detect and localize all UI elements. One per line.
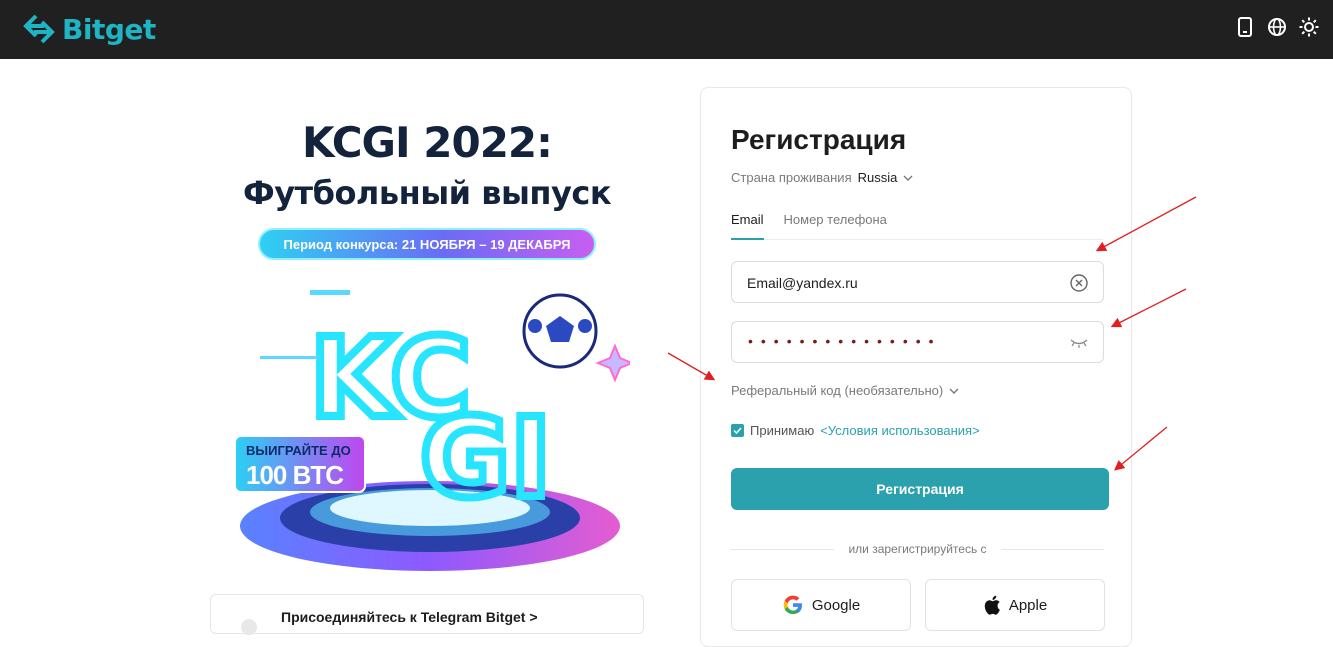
promo-period-pill: Период конкурса: 21 НОЯБРЯ – 19 ДЕКАБРЯ	[258, 228, 596, 260]
signup-method-tabs: Email Номер телефона	[731, 212, 1103, 240]
globe-icon[interactable]	[1267, 17, 1287, 37]
apple-label: Apple	[1008, 596, 1048, 614]
referral-code-toggle[interactable]: Реферальный код (необязательно)	[731, 383, 959, 398]
telegram-icon	[241, 619, 257, 635]
checkmark-icon	[733, 427, 742, 434]
divider-line	[731, 548, 835, 550]
tab-phone[interactable]: Номер телефона	[784, 212, 887, 240]
bitget-logo-icon	[23, 14, 55, 44]
country-dropdown[interactable]: Russia	[858, 170, 914, 185]
apple-signup-button[interactable]: Apple	[925, 579, 1105, 631]
terms-agreement: Принимаю <Условия использования>	[731, 423, 980, 438]
mobile-icon[interactable]	[1235, 17, 1255, 37]
bitget-logo[interactable]: Bitget	[22, 12, 156, 46]
chevron-down-icon	[949, 388, 959, 394]
google-icon	[783, 595, 802, 614]
kcgi-promo-illustration: KC GI	[234, 290, 630, 571]
email-field[interactable]: Email@yandex.ru	[731, 261, 1104, 303]
clear-icon[interactable]	[1069, 273, 1089, 293]
terms-checkbox[interactable]	[731, 424, 744, 437]
promo-subtitle: Футбольный выпуск	[242, 174, 612, 212]
promo-badge-line2: 100 BTC	[246, 460, 344, 490]
google-signup-button[interactable]: Google	[731, 579, 911, 631]
country-value: Russia	[857, 170, 898, 185]
agree-text: Принимаю	[750, 423, 815, 438]
referral-label: Реферальный код (необязательно)	[731, 383, 944, 398]
theme-sun-icon[interactable]	[1299, 17, 1319, 37]
svg-text:GI: GI	[420, 394, 551, 522]
page-title: Регистрация	[731, 124, 907, 155]
password-field[interactable]: •••••••••••••••	[731, 321, 1104, 363]
promo-title: KCGI 2022:	[302, 118, 553, 167]
annotation-arrows	[667, 196, 1197, 471]
tab-email[interactable]: Email	[731, 212, 764, 240]
eye-closed-icon[interactable]	[1069, 333, 1089, 353]
telegram-join-card[interactable]: Присоединяйтесь к Telegram Bitget >	[210, 594, 644, 635]
apple-icon	[984, 595, 1000, 615]
promo-badge-line1: ВЫИГРАЙТЕ ДО	[246, 443, 351, 458]
email-value: Email@yandex.ru	[747, 275, 858, 291]
top-navbar: Bitget	[0, 0, 1333, 59]
divider-line	[1000, 548, 1104, 550]
or-label: или зарегистрируйтесь с	[848, 542, 987, 556]
terms-link[interactable]: <Условия использования>	[820, 423, 979, 438]
social-divider: или зарегистрируйтесь с	[731, 542, 1104, 556]
country-selector-row: Страна проживания Russia	[731, 170, 913, 185]
password-mask: •••••••••••••••	[748, 333, 942, 349]
google-label: Google	[811, 596, 861, 614]
telegram-join-text: Присоединяйтесь к Telegram Bitget >	[281, 609, 538, 625]
brand-name: Bitget	[62, 12, 156, 46]
registration-card: Регистрация Страна проживания Russia Ema…	[700, 87, 1132, 647]
promo-banner[interactable]: KCGI 2022: Футбольный выпуск Период конк…	[210, 110, 644, 635]
register-button[interactable]: Регистрация	[731, 468, 1109, 510]
chevron-down-icon	[903, 175, 913, 181]
country-label: Страна проживания	[731, 170, 852, 185]
